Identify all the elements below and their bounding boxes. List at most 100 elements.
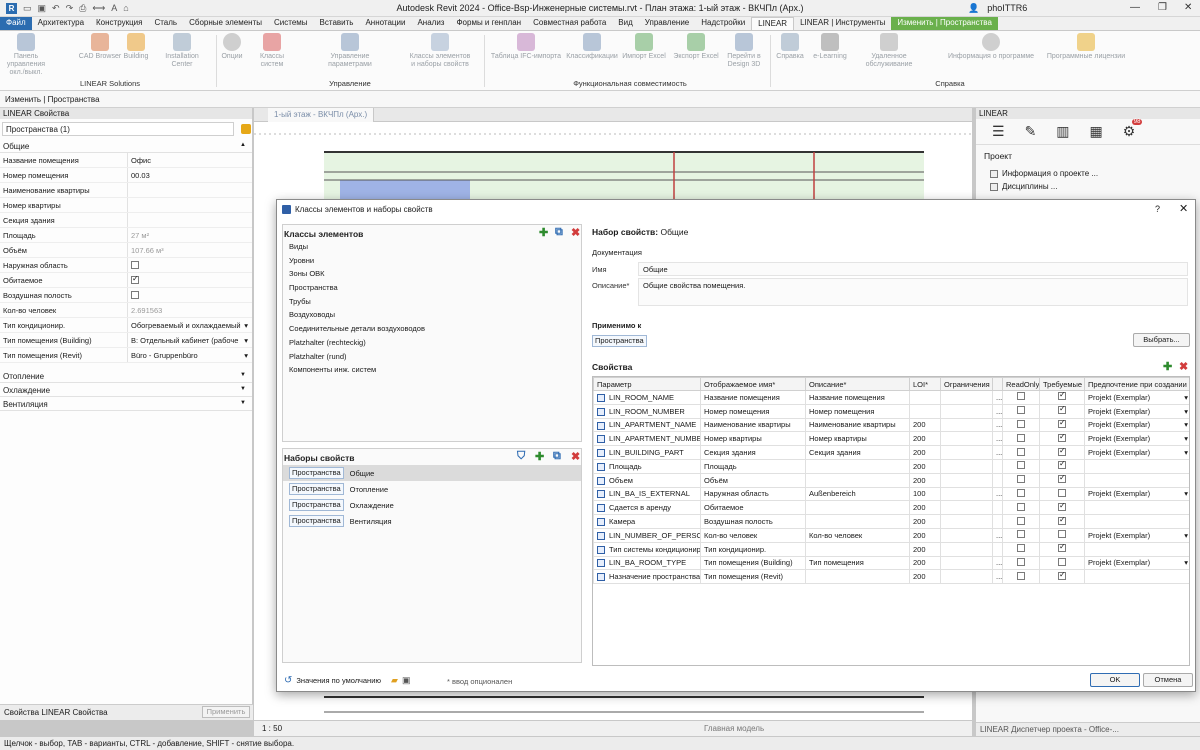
menu-tab[interactable]: Аннотации <box>359 17 411 30</box>
preference-cell[interactable] <box>1084 569 1189 585</box>
checkbox[interactable] <box>1017 488 1025 497</box>
constraints-button[interactable] <box>992 541 1003 557</box>
description-cell[interactable]: Außenbereich <box>805 486 910 502</box>
ribbon-btn-building[interactable]: Building <box>112 33 160 61</box>
checkbox[interactable] <box>1017 530 1025 539</box>
ok-button[interactable]: OK <box>1090 673 1140 687</box>
property-row[interactable]: Наружная область <box>0 258 252 273</box>
class-list-item[interactable]: Зоны ОВК <box>283 267 581 281</box>
property-row[interactable]: Обитаемое <box>0 273 252 288</box>
ribbon-btn-import-excel[interactable]: Импорт Excel <box>620 33 668 61</box>
ribbon-btn-design3d[interactable]: Перейти в Design 3D <box>720 33 768 69</box>
description-cell[interactable] <box>805 541 910 557</box>
checkbox[interactable] <box>1017 502 1025 511</box>
loi-cell[interactable]: 200 <box>909 569 941 585</box>
name-field[interactable]: Общие <box>638 262 1188 276</box>
param-cell[interactable]: LIN_BA_IS_EXTERNAL <box>593 486 701 502</box>
constraints-cell[interactable] <box>940 472 993 488</box>
property-row[interactable]: Секция здания <box>0 213 252 228</box>
ribbon-btn-control-panel[interactable]: Панель управления окл./выкл. <box>2 33 50 77</box>
constraints-button[interactable]: ... <box>992 417 1003 433</box>
preference-cell[interactable] <box>1084 472 1189 488</box>
menu-tab[interactable]: LINEAR | Инструменты <box>794 17 891 30</box>
preference-cell[interactable]: Projekt (Exemplar) ▾ <box>1084 403 1189 419</box>
view-scale[interactable]: 1 : 50 <box>262 724 282 733</box>
columns-icon[interactable]: ▥ <box>1056 123 1069 140</box>
constraints-cell[interactable] <box>940 541 993 557</box>
param-cell[interactable]: LIN_ROOM_NAME <box>593 390 701 405</box>
delete-icon[interactable]: ✖ <box>571 226 580 239</box>
checkbox[interactable] <box>1017 392 1025 401</box>
table-row[interactable]: Тип системы кондиционир. Тип кондиционир.… <box>593 541 1189 557</box>
constraints-cell[interactable] <box>940 390 993 405</box>
constraints-cell[interactable] <box>940 500 993 516</box>
loi-cell[interactable]: 200 <box>909 417 941 433</box>
preference-cell[interactable]: Projekt (Exemplar) ▾ <box>1084 527 1189 543</box>
table-row[interactable]: LIN_APARTMENT_NAME Наименование квартиры Н… <box>593 417 1189 433</box>
display-name-cell[interactable]: Обитаемое <box>700 500 806 516</box>
checkbox[interactable] <box>1017 516 1025 525</box>
property-value[interactable]: 2.691563 <box>127 303 252 317</box>
constraints-button[interactable] <box>992 458 1003 474</box>
loi-cell[interactable]: 200 <box>909 458 941 474</box>
property-row[interactable]: Воздушная полость <box>0 288 252 303</box>
property-row[interactable]: Название помещения Офис <box>0 153 252 168</box>
property-row[interactable]: Номер помещения 00.03 <box>0 168 252 183</box>
preference-cell[interactable]: Projekt (Exemplar) ▾ <box>1084 390 1189 405</box>
constraints-cell[interactable] <box>940 445 993 460</box>
property-row[interactable]: Наименование квартиры <box>0 183 252 198</box>
property-row[interactable]: Тип помещения (Revit) Büro - Gruppenbüro ▾ <box>0 348 252 363</box>
property-set-item[interactable]: Пространства Отопление <box>283 481 581 497</box>
checkbox[interactable] <box>1058 433 1066 442</box>
delete-icon[interactable]: ✖ <box>571 450 580 463</box>
param-cell[interactable]: LIN_BA_ROOM_TYPE <box>593 555 701 571</box>
property-set-item[interactable]: Пространства Охлаждение <box>283 497 581 513</box>
property-set-item[interactable]: Пространства Вентиляция <box>283 513 581 529</box>
section-general[interactable]: Общие ▲ <box>0 139 252 153</box>
display-name-cell[interactable]: Номер квартиры <box>700 431 806 447</box>
section-heating[interactable]: Отопление ▼ <box>0 369 252 383</box>
param-cell[interactable]: LIN_BUILDING_PART <box>593 445 701 460</box>
folder-icon[interactable]: ▰ <box>391 675 398 686</box>
expand-icon[interactable]: ▼ <box>240 400 246 406</box>
menu-tab[interactable]: Надстройки <box>695 17 751 30</box>
dropdown-icon[interactable]: ▾ <box>244 336 248 345</box>
ribbon-btn-manage-params[interactable]: Управление параметрами <box>310 33 390 69</box>
property-value[interactable] <box>127 198 252 212</box>
dialog-close-button[interactable]: ✕ <box>1179 202 1188 215</box>
param-cell[interactable]: Тип системы кондиционир. <box>593 541 701 557</box>
save-icon[interactable]: ▣ <box>402 675 411 686</box>
applies-tag[interactable]: Пространства <box>592 335 647 347</box>
preference-cell[interactable]: Projekt (Exemplar) ▾ <box>1084 555 1189 571</box>
menu-tab[interactable]: Сборные элементы <box>183 17 268 30</box>
preference-cell[interactable]: Projekt (Exemplar) ▾ <box>1084 486 1189 502</box>
restore-button[interactable]: ❐ <box>1158 2 1167 13</box>
checkbox[interactable] <box>1058 419 1066 428</box>
property-value[interactable] <box>127 258 252 272</box>
delete-property-icon[interactable]: ✖ <box>1179 360 1188 373</box>
table-row[interactable]: LIN_BA_ROOM_TYPE Тип помещения (Building)… <box>593 555 1189 571</box>
ribbon-btn-installation-center[interactable]: Installation Center <box>158 33 206 69</box>
checkbox[interactable] <box>1058 557 1066 566</box>
class-list-item[interactable]: Компоненты инж. систем <box>283 363 581 377</box>
checkbox[interactable] <box>1058 405 1066 415</box>
display-name-cell[interactable]: Наименование квартиры <box>700 417 806 433</box>
checkbox[interactable] <box>1058 571 1066 580</box>
checkbox[interactable] <box>1058 502 1066 511</box>
dropdown-icon[interactable]: ▾ <box>1184 558 1188 567</box>
property-value[interactable]: B: Отдельный кабинет (рабоче ▾ <box>127 333 252 347</box>
param-cell[interactable]: Объем <box>593 472 701 488</box>
ribbon-btn-element-classes[interactable]: Классы элементов и наборы свойств <box>405 33 475 69</box>
property-row[interactable]: Площадь 27 м² <box>0 228 252 243</box>
description-cell[interactable]: Номер помещения <box>805 403 910 419</box>
menu-tab[interactable]: Изменить | Пространства <box>891 17 998 30</box>
property-value[interactable] <box>127 183 252 197</box>
property-row[interactable]: Тип кондиционир. Обогреваемый и охлаждаем… <box>0 318 252 333</box>
checkbox[interactable] <box>1058 460 1066 470</box>
menu-tab[interactable]: Системы <box>268 17 314 30</box>
property-value[interactable]: Обогреваемый и охлаждаемый ▾ <box>127 318 252 332</box>
property-value[interactable]: Офис <box>127 153 252 167</box>
collapse-icon[interactable]: ▲ <box>240 142 246 148</box>
constraints-cell[interactable] <box>940 417 993 433</box>
reset-icon[interactable]: ↺ <box>284 675 292 686</box>
